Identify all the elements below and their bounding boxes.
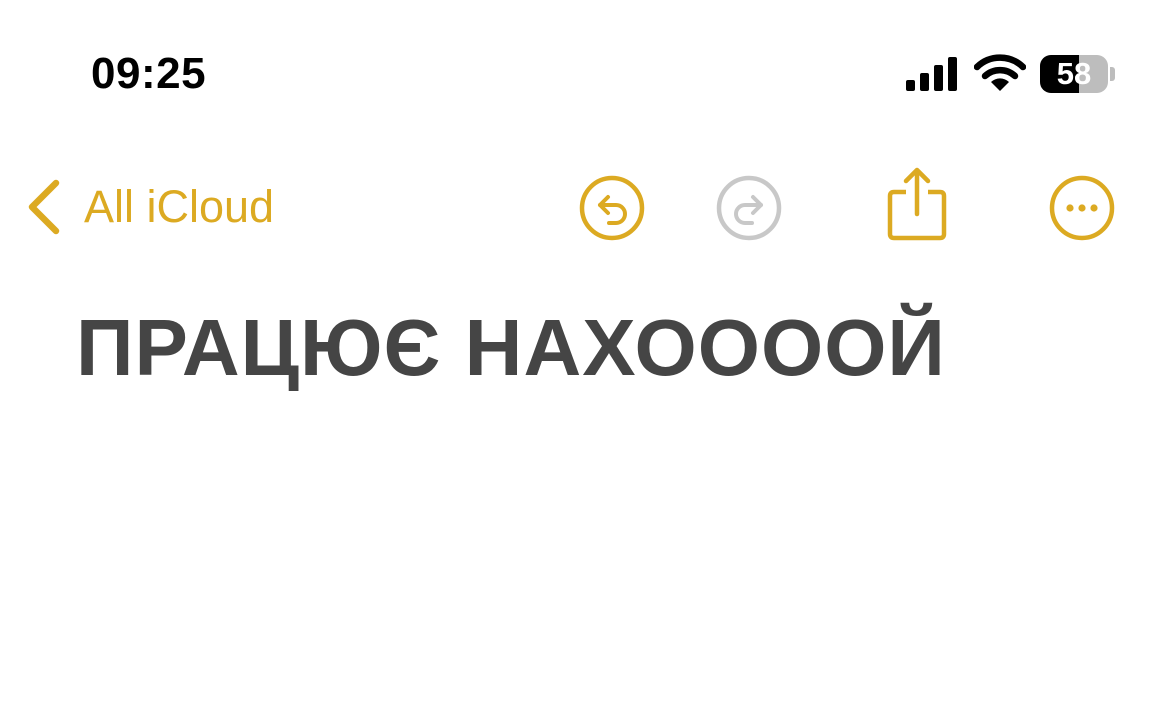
wifi-icon [974, 54, 1026, 91]
battery-indicator: 58 [1040, 55, 1116, 93]
share-button[interactable] [886, 166, 948, 242]
battery-body: 58 [1040, 55, 1108, 93]
ellipsis-circle-icon [1049, 175, 1115, 241]
undo-icon [579, 175, 645, 241]
status-time: 09:25 [91, 49, 207, 98]
more-button[interactable] [1049, 175, 1115, 241]
back-label: All iCloud [84, 181, 275, 232]
redo-button[interactable] [716, 175, 782, 241]
note-title[interactable]: ПРАЦЮЄ НАХООООЙ [76, 300, 946, 396]
cellular-signal-icon [906, 57, 957, 91]
undo-button[interactable] [579, 175, 645, 241]
redo-icon [716, 175, 782, 241]
battery-level: 58 [1056, 56, 1092, 91]
battery-cap [1110, 67, 1115, 81]
share-icon [887, 167, 947, 241]
chevron-left-icon [28, 179, 60, 235]
back-button[interactable]: All iCloud [24, 172, 274, 242]
notes-screen: 09:25 58 All iCloud ПРАЦЮЄ НАХООООЙ [0, 0, 1169, 726]
